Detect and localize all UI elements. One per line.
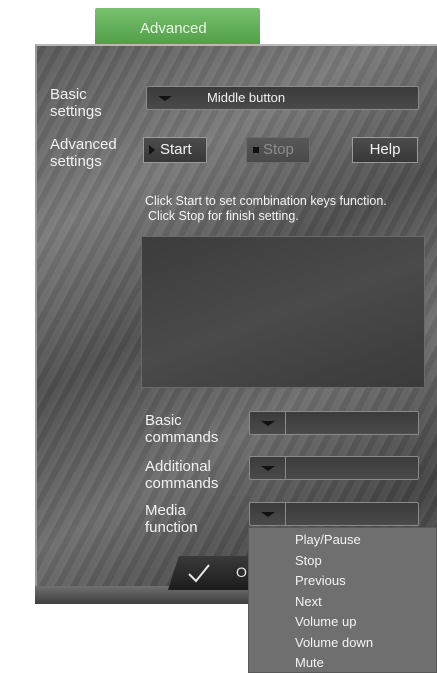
dropdown-arrow xyxy=(147,87,183,109)
combination-keys-area[interactable] xyxy=(141,236,425,388)
dropdown-option-previous[interactable]: Previous xyxy=(249,571,436,592)
basic-commands-select[interactable] xyxy=(249,411,419,435)
dropdown-option-mute[interactable]: Mute xyxy=(249,653,436,674)
dropdown-option-stop[interactable]: Stop xyxy=(249,551,436,572)
stop-button-label: Stop xyxy=(263,141,294,158)
basic-commands-label: Basic commands xyxy=(145,412,219,446)
ok-button-label: O xyxy=(236,564,247,580)
additional-commands-select[interactable] xyxy=(249,456,419,480)
dropdown-option-next[interactable]: Next xyxy=(249,592,436,613)
media-function-select[interactable] xyxy=(249,502,419,526)
chevron-down-icon xyxy=(261,421,275,426)
media-function-label: Media function xyxy=(145,502,198,536)
chevron-down-icon xyxy=(261,512,275,517)
start-button[interactable]: Start xyxy=(143,137,207,163)
dropdown-arrow xyxy=(250,503,286,525)
stop-button[interactable]: Stop xyxy=(246,137,310,163)
basic-settings-label: Basic settings xyxy=(50,86,102,120)
help-button[interactable]: Help xyxy=(352,137,418,163)
dropdown-arrow xyxy=(250,412,286,434)
media-function-dropdown: Play/Pause Stop Previous Next Volume up … xyxy=(248,527,437,673)
basic-settings-select[interactable]: Middle button xyxy=(146,86,419,110)
chevron-down-icon xyxy=(158,96,172,101)
basic-settings-value: Middle button xyxy=(207,90,286,105)
info-line-1: Click Start to set combination keys func… xyxy=(145,194,387,208)
info-line-2: Click Stop for finish setting. xyxy=(148,209,299,223)
start-button-label: Start xyxy=(160,141,192,158)
advanced-settings-label: Advanced settings xyxy=(50,136,117,170)
dropdown-option-volume-down[interactable]: Volume down xyxy=(249,633,436,654)
additional-commands-label: Additional commands xyxy=(145,458,219,492)
dropdown-option-play-pause[interactable]: Play/Pause xyxy=(249,530,436,551)
ok-button[interactable]: O xyxy=(168,556,258,590)
play-icon xyxy=(149,145,155,155)
dropdown-option-volume-up[interactable]: Volume up xyxy=(249,612,436,633)
chevron-down-icon xyxy=(261,466,275,471)
stop-icon xyxy=(253,147,259,153)
checkmark-icon xyxy=(188,564,210,583)
dropdown-arrow xyxy=(250,457,286,479)
